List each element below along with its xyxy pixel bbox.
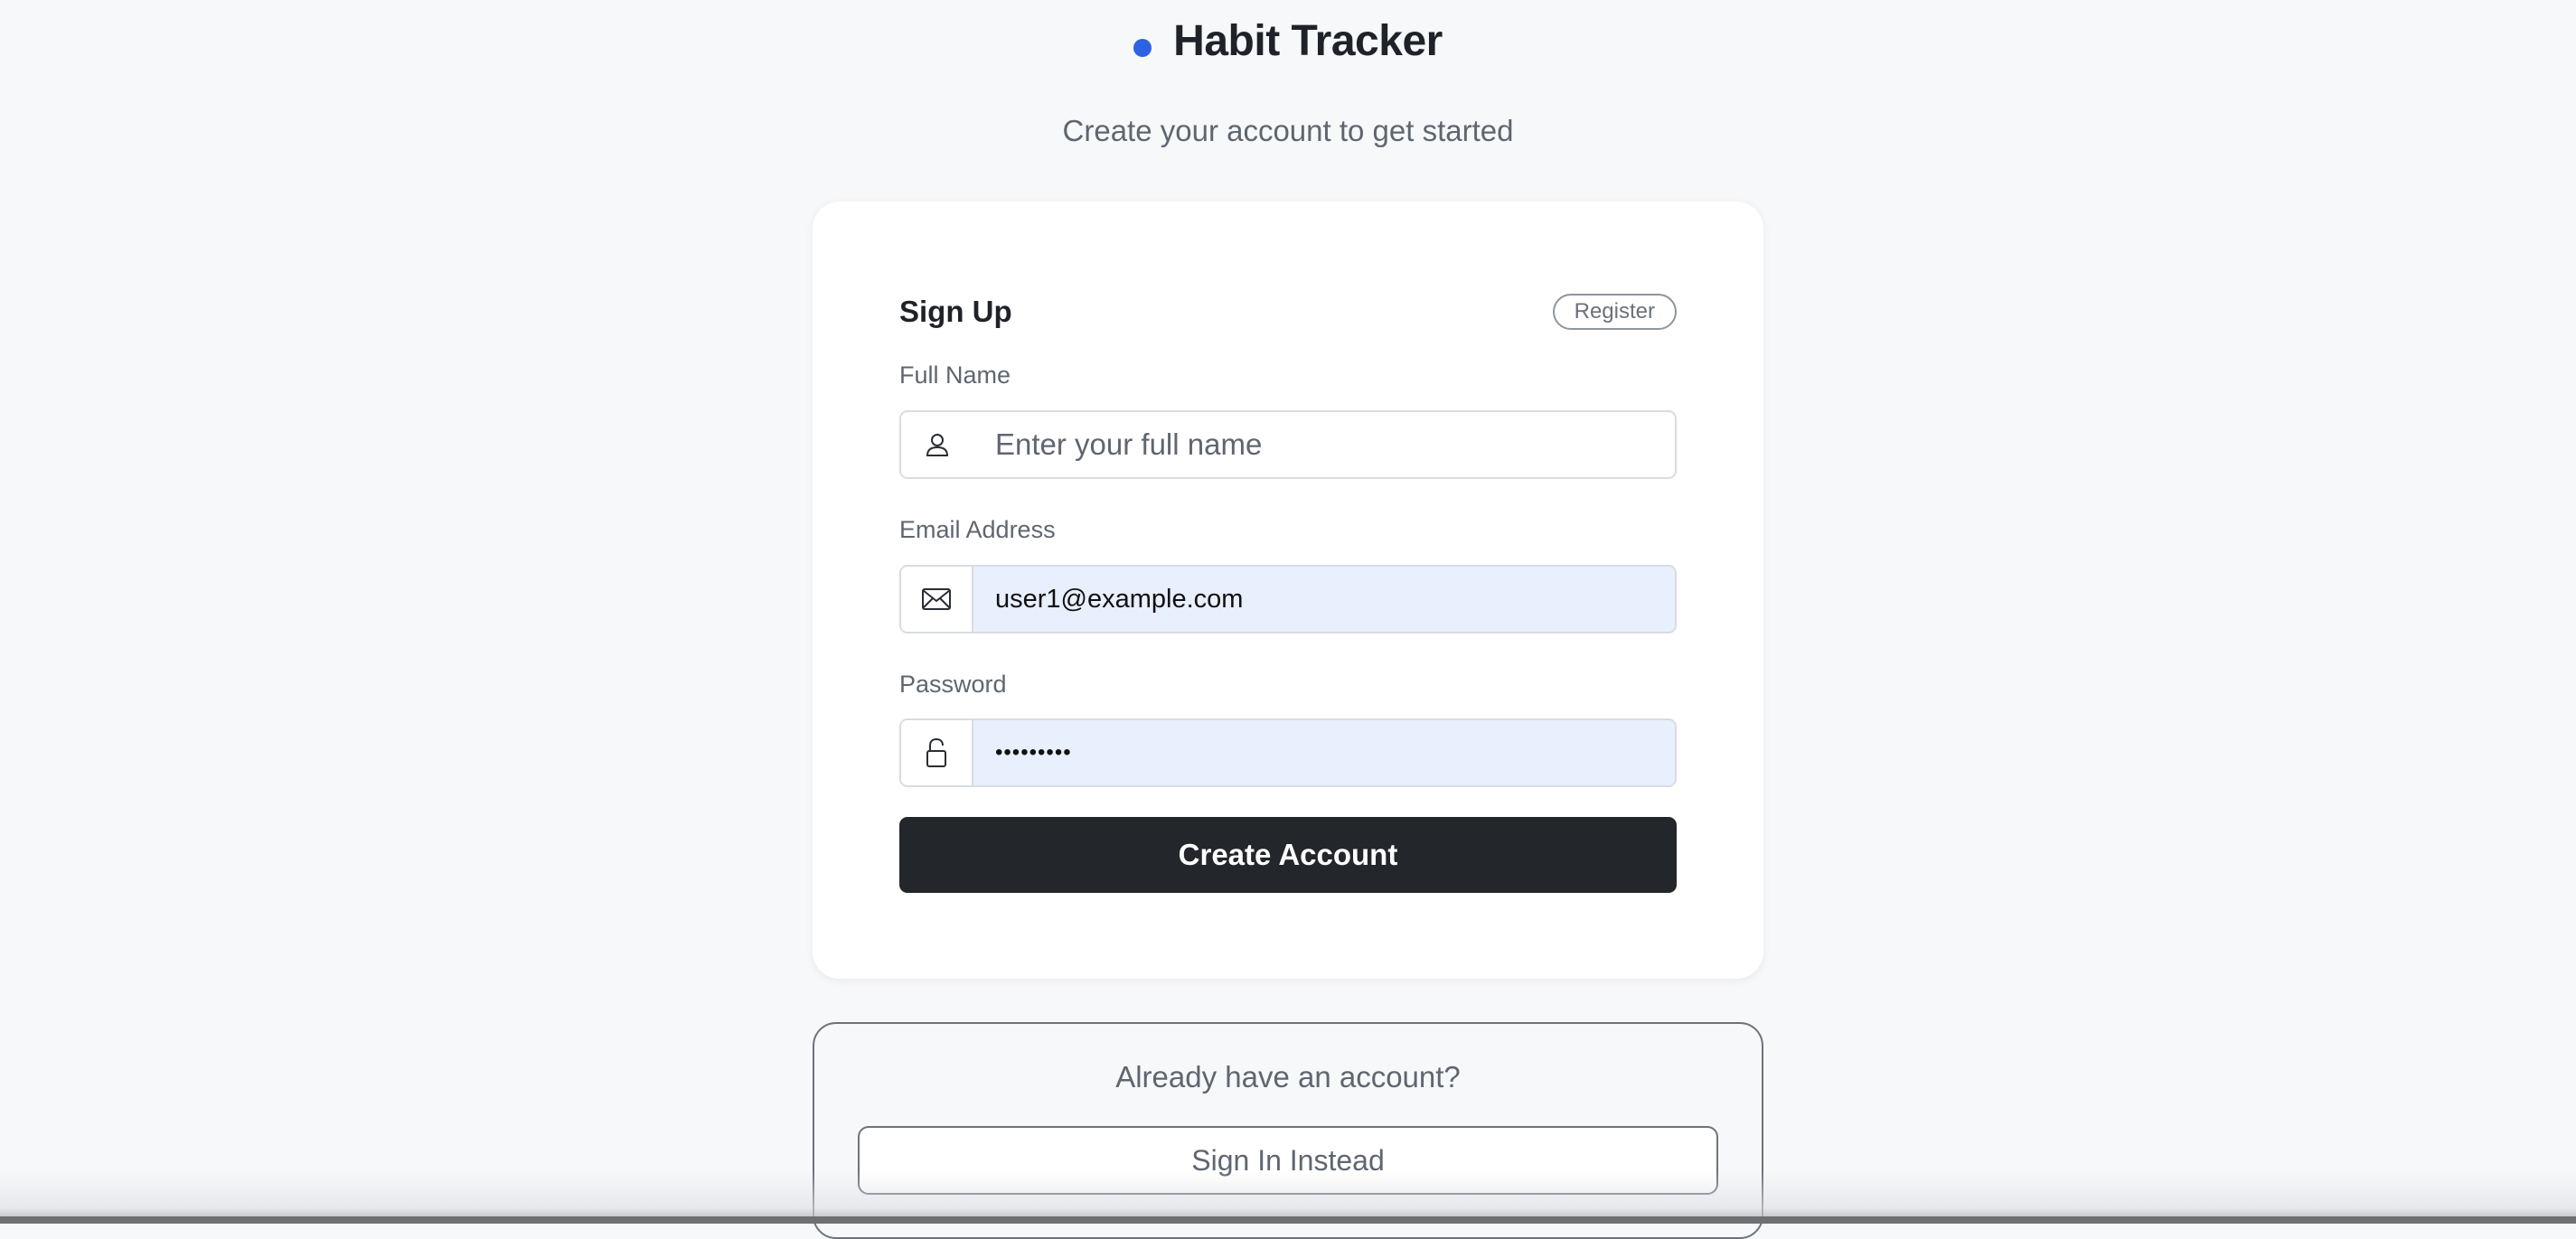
- signin-card: Already have an account? Sign In Instead: [813, 1022, 1763, 1239]
- password-field[interactable]: •••••••••: [899, 718, 1677, 787]
- signup-card-header: Sign Up Register: [899, 285, 1677, 339]
- register-badge: Register: [1552, 294, 1677, 330]
- create-account-button[interactable]: Create Account: [899, 817, 1677, 893]
- signup-card: Sign Up Register Full Name Enter your fu…: [813, 202, 1763, 979]
- signup-title: Sign Up: [899, 295, 1012, 328]
- email-label: Email Address: [899, 516, 1056, 543]
- sign-in-instead-button[interactable]: Sign In Instead: [858, 1126, 1718, 1195]
- user-icon: [901, 412, 973, 477]
- envelope-icon: [901, 567, 973, 632]
- page-subtitle: Create your account to get started: [1062, 114, 1514, 147]
- signin-prompt: Already have an account?: [1115, 1060, 1461, 1094]
- email-field[interactable]: user1@example.com: [899, 565, 1677, 634]
- password-input[interactable]: •••••••••: [973, 720, 1675, 785]
- window-bottom-edge: [0, 1216, 2576, 1224]
- app-header: Habit Tracker: [0, 0, 2576, 81]
- password-label: Password: [899, 671, 1007, 698]
- full-name-label: Full Name: [899, 361, 1011, 389]
- brand-dot-icon: [1133, 39, 1152, 57]
- email-input[interactable]: user1@example.com: [973, 567, 1675, 632]
- app-title: Habit Tracker: [1173, 16, 1443, 65]
- full-name-field[interactable]: Enter your full name: [899, 410, 1677, 479]
- full-name-input[interactable]: Enter your full name: [973, 412, 1675, 477]
- lock-icon: [901, 720, 973, 785]
